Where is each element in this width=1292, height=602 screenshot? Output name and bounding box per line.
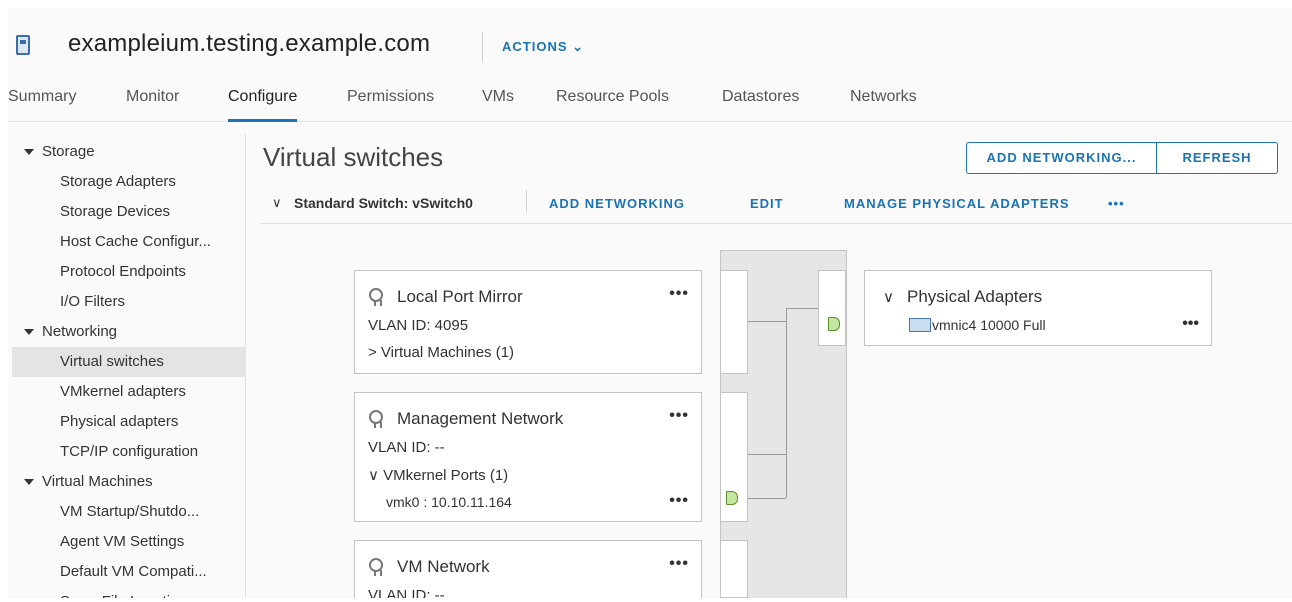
sidebar-group-storage[interactable]: Storage (12, 137, 246, 167)
physical-adapters-card[interactable]: ∨ Physical Adapters vmnic4 10000 Full ••… (864, 270, 1212, 346)
vmkernel-port-icon (726, 491, 738, 505)
more-actions-icon[interactable]: ••• (1108, 196, 1125, 211)
switch-name: Standard Switch: vSwitch0 (294, 195, 473, 211)
sidebar-item-io-filters[interactable]: I/O Filters (12, 287, 246, 317)
refresh-button[interactable]: REFRESH (1157, 143, 1277, 173)
connector-line (786, 308, 787, 498)
edit-link[interactable]: EDIT (750, 196, 784, 211)
chevron-down-icon[interactable]: ∨ (883, 288, 894, 306)
nic-icon (909, 318, 931, 332)
expander-vmkernel-ports[interactable]: ∨ VMkernel Ports (1) (368, 466, 508, 484)
sidebar-item-default-vm-compat[interactable]: Default VM Compati... (12, 557, 246, 587)
sidebar-item-tcpip-configuration[interactable]: TCP/IP configuration (12, 437, 246, 467)
connector-line (786, 308, 818, 309)
host-icon (16, 35, 30, 55)
connector-column (720, 270, 748, 374)
switch-toolbar: ∨ Standard Switch: vSwitch0 ADD NETWORKI… (260, 182, 1292, 224)
sidebar: Storage Storage Adapters Storage Devices… (12, 134, 246, 598)
connector-line (748, 454, 786, 455)
port-group-icon (369, 558, 383, 576)
vlan-id: VLAN ID: -- (368, 439, 445, 456)
host-title: exampleium.testing.example.com (68, 30, 431, 57)
tab-networks[interactable]: Networks (850, 88, 917, 122)
sidebar-group-label: Storage (42, 143, 95, 160)
sidebar-group-label: Networking (42, 323, 118, 340)
sidebar-item-vm-startup[interactable]: VM Startup/Shutdo... (12, 497, 246, 527)
port-group-card[interactable]: VM Network ••• VLAN ID: -- (354, 540, 702, 598)
more-actions-icon[interactable]: ••• (669, 555, 689, 573)
tab-bar: Summary Monitor Configure Permissions VM… (8, 88, 1292, 122)
add-networking-link[interactable]: ADD NETWORKING (549, 196, 685, 211)
more-actions-icon[interactable]: ••• (669, 285, 689, 303)
page: exampleium.testing.example.com ACTIONS ⌄… (8, 8, 1292, 598)
port-group-icon (369, 410, 383, 428)
port-group-icon (369, 288, 383, 306)
header-divider (482, 32, 483, 62)
more-actions-icon[interactable]: ••• (1182, 315, 1199, 333)
sidebar-group-networking[interactable]: Networking (12, 317, 246, 347)
port-group-card[interactable]: Management Network ••• VLAN ID: -- ∨ VMk… (354, 392, 702, 522)
port-group-card[interactable]: Local Port Mirror ••• VLAN ID: 4095 > Vi… (354, 270, 702, 374)
tab-summary[interactable]: Summary (8, 88, 76, 122)
more-actions-icon[interactable]: ••• (669, 407, 689, 425)
sidebar-item-storage-devices[interactable]: Storage Devices (12, 197, 246, 227)
connector-line (748, 321, 786, 322)
collapse-triangle-icon (24, 149, 34, 155)
tab-configure[interactable]: Configure (228, 88, 298, 122)
sidebar-item-swap-file-location[interactable]: Swap File Location (12, 587, 246, 598)
tab-permissions[interactable]: Permissions (347, 88, 434, 122)
tab-monitor[interactable]: Monitor (126, 88, 179, 122)
chevron-down-icon[interactable]: ∨ (272, 195, 282, 211)
port-group-name: VM Network (397, 557, 490, 576)
sidebar-item-physical-adapters[interactable]: Physical adapters (12, 407, 246, 437)
manage-physical-adapters-link[interactable]: MANAGE PHYSICAL ADAPTERS (844, 196, 1070, 211)
tab-datastores[interactable]: Datastores (722, 88, 799, 122)
port-group-name: Local Port Mirror (397, 287, 523, 306)
sidebar-item-agent-vm-settings[interactable]: Agent VM Settings (12, 527, 246, 557)
expander-virtual-machines[interactable]: > Virtual Machines (1) (368, 344, 514, 361)
add-networking-button[interactable]: ADD NETWORKING... (967, 143, 1157, 173)
tab-resource-pools[interactable]: Resource Pools (556, 88, 669, 122)
connector-line (748, 498, 786, 499)
uplink-port-icon (828, 317, 840, 331)
page-title: Virtual switches (263, 142, 444, 172)
sidebar-item-protocol-endpoints[interactable]: Protocol Endpoints (12, 257, 246, 287)
vlan-id: VLAN ID: -- (368, 587, 445, 598)
nic-label: vmnic4 10000 Full (932, 317, 1046, 333)
more-actions-icon[interactable]: ••• (669, 492, 689, 510)
actions-menu-button[interactable]: ACTIONS ⌄ (502, 39, 584, 55)
sidebar-group-virtual-machines[interactable]: Virtual Machines (12, 467, 246, 497)
vlan-id: VLAN ID: 4095 (368, 317, 469, 334)
sidebar-item-host-cache[interactable]: Host Cache Configur... (12, 227, 246, 257)
port-group-name: Management Network (397, 409, 564, 428)
header-button-group: ADD NETWORKING... REFRESH (966, 142, 1278, 174)
physical-adapters-title: Physical Adapters (907, 287, 1043, 306)
uplink-connector-column (818, 270, 846, 346)
collapse-triangle-icon (24, 329, 34, 335)
connector-column (720, 540, 748, 598)
toolbar-divider (526, 190, 527, 212)
collapse-triangle-icon (24, 479, 34, 485)
sidebar-group-label: Virtual Machines (42, 473, 153, 490)
tab-vms[interactable]: VMs (482, 88, 514, 122)
sidebar-item-virtual-switches[interactable]: Virtual switches (12, 347, 246, 377)
vmkernel-port-address: vmk0 : 10.10.11.164 (386, 494, 512, 510)
sidebar-item-vmkernel-adapters[interactable]: VMkernel adapters (12, 377, 246, 407)
sidebar-item-storage-adapters[interactable]: Storage Adapters (12, 167, 246, 197)
